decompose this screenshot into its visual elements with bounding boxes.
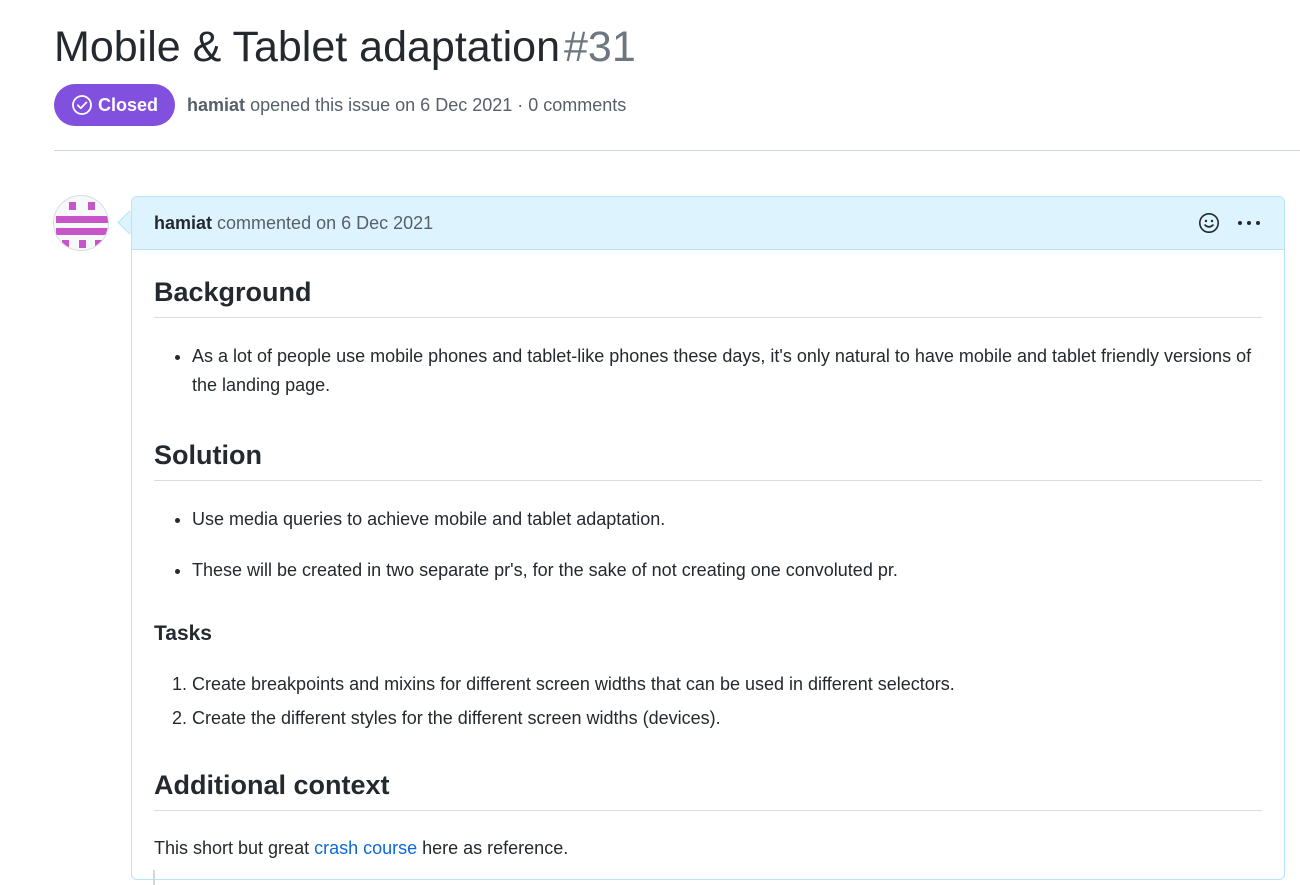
comment-author-link[interactable]: hamiat <box>154 213 212 234</box>
list-item: These will be created in two separate pr… <box>192 556 1262 585</box>
crash-course-link[interactable]: crash course <box>314 838 417 858</box>
header-divider <box>54 150 1300 151</box>
timeline-line <box>153 870 155 885</box>
issue-title-text: Mobile & Tablet adaptation <box>54 23 561 71</box>
issue-number: #31 <box>564 23 636 71</box>
context-text-before: This short but great <box>154 838 315 858</box>
list-item: Create breakpoints and mixins for differ… <box>192 670 1262 699</box>
solution-list: Use media queries to achieve mobile and … <box>154 505 1262 585</box>
issue-state-row: Closed hamiat opened this issue on 6 Dec… <box>54 84 626 126</box>
issue-meta-text: opened this issue on 6 Dec 2021 · 0 comm… <box>250 94 627 115</box>
state-badge: Closed <box>54 84 176 126</box>
list-item: Use media queries to achieve mobile and … <box>192 505 1262 534</box>
comment-actions <box>1196 210 1262 236</box>
more-options-button[interactable] <box>1236 210 1262 236</box>
background-list: As a lot of people use mobile phones and… <box>154 342 1262 400</box>
issue-closed-icon <box>72 95 92 115</box>
avatar[interactable] <box>53 195 109 251</box>
add-reaction-button[interactable] <box>1196 210 1222 236</box>
comment-body: Background As a lot of people use mobile… <box>132 275 1284 863</box>
identicon-avatar <box>56 202 108 248</box>
context-paragraph: This short but great crash course here a… <box>154 834 1262 863</box>
tasks-list: Create breakpoints and mixins for differ… <box>154 670 1262 733</box>
context-text-after: here as reference. <box>417 838 569 858</box>
solution-heading: Solution <box>154 438 1262 481</box>
background-heading: Background <box>154 275 1262 318</box>
list-item: Create the different styles for the diff… <box>192 704 1262 733</box>
issue-title: Mobile & Tablet adaptation#31 <box>54 20 636 74</box>
comment-meta-text[interactable]: commented on 6 Dec 2021 <box>217 213 433 234</box>
context-heading: Additional context <box>154 768 1262 811</box>
state-badge-label: Closed <box>98 94 159 115</box>
issue-author-link[interactable]: hamiat <box>187 95 245 115</box>
issue-meta: hamiat opened this issue on 6 Dec 2021 ·… <box>187 95 626 116</box>
list-item: As a lot of people use mobile phones and… <box>192 342 1262 400</box>
comment-header: hamiat commented on 6 Dec 2021 <box>132 197 1284 250</box>
kebab-horizontal-icon <box>1238 221 1260 225</box>
tasks-heading: Tasks <box>154 622 212 645</box>
smiley-icon <box>1199 213 1219 233</box>
comment-box: hamiat commented on 6 Dec 2021 Backgroun… <box>131 196 1285 880</box>
